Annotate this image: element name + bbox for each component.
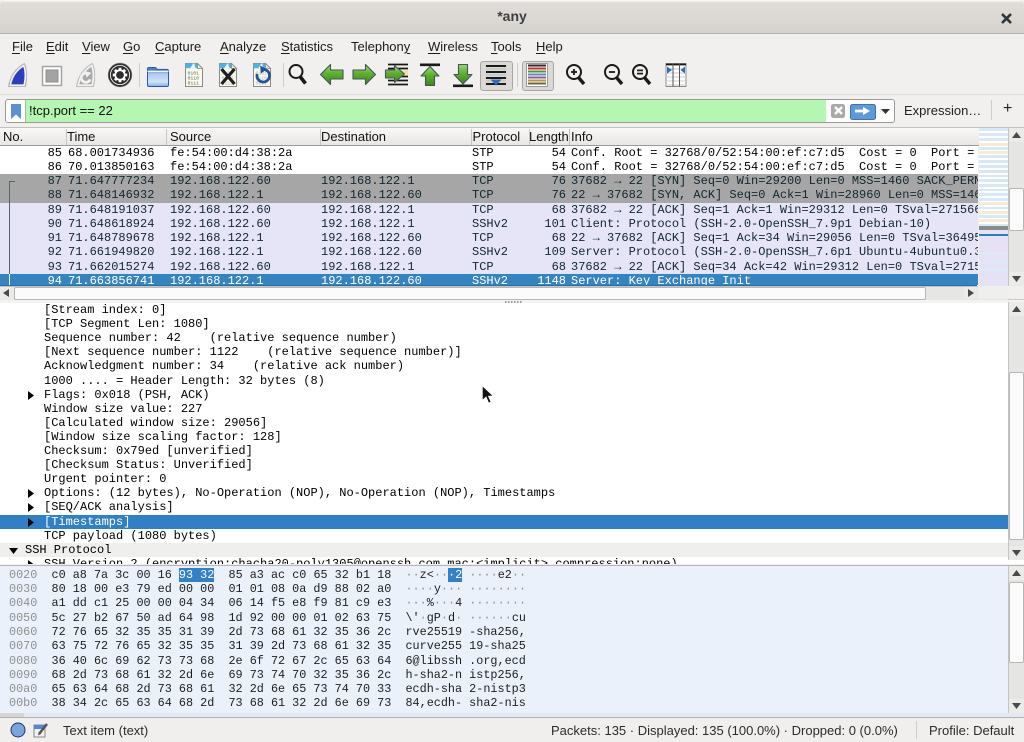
svg-text:0111: 0111 [188,81,200,87]
